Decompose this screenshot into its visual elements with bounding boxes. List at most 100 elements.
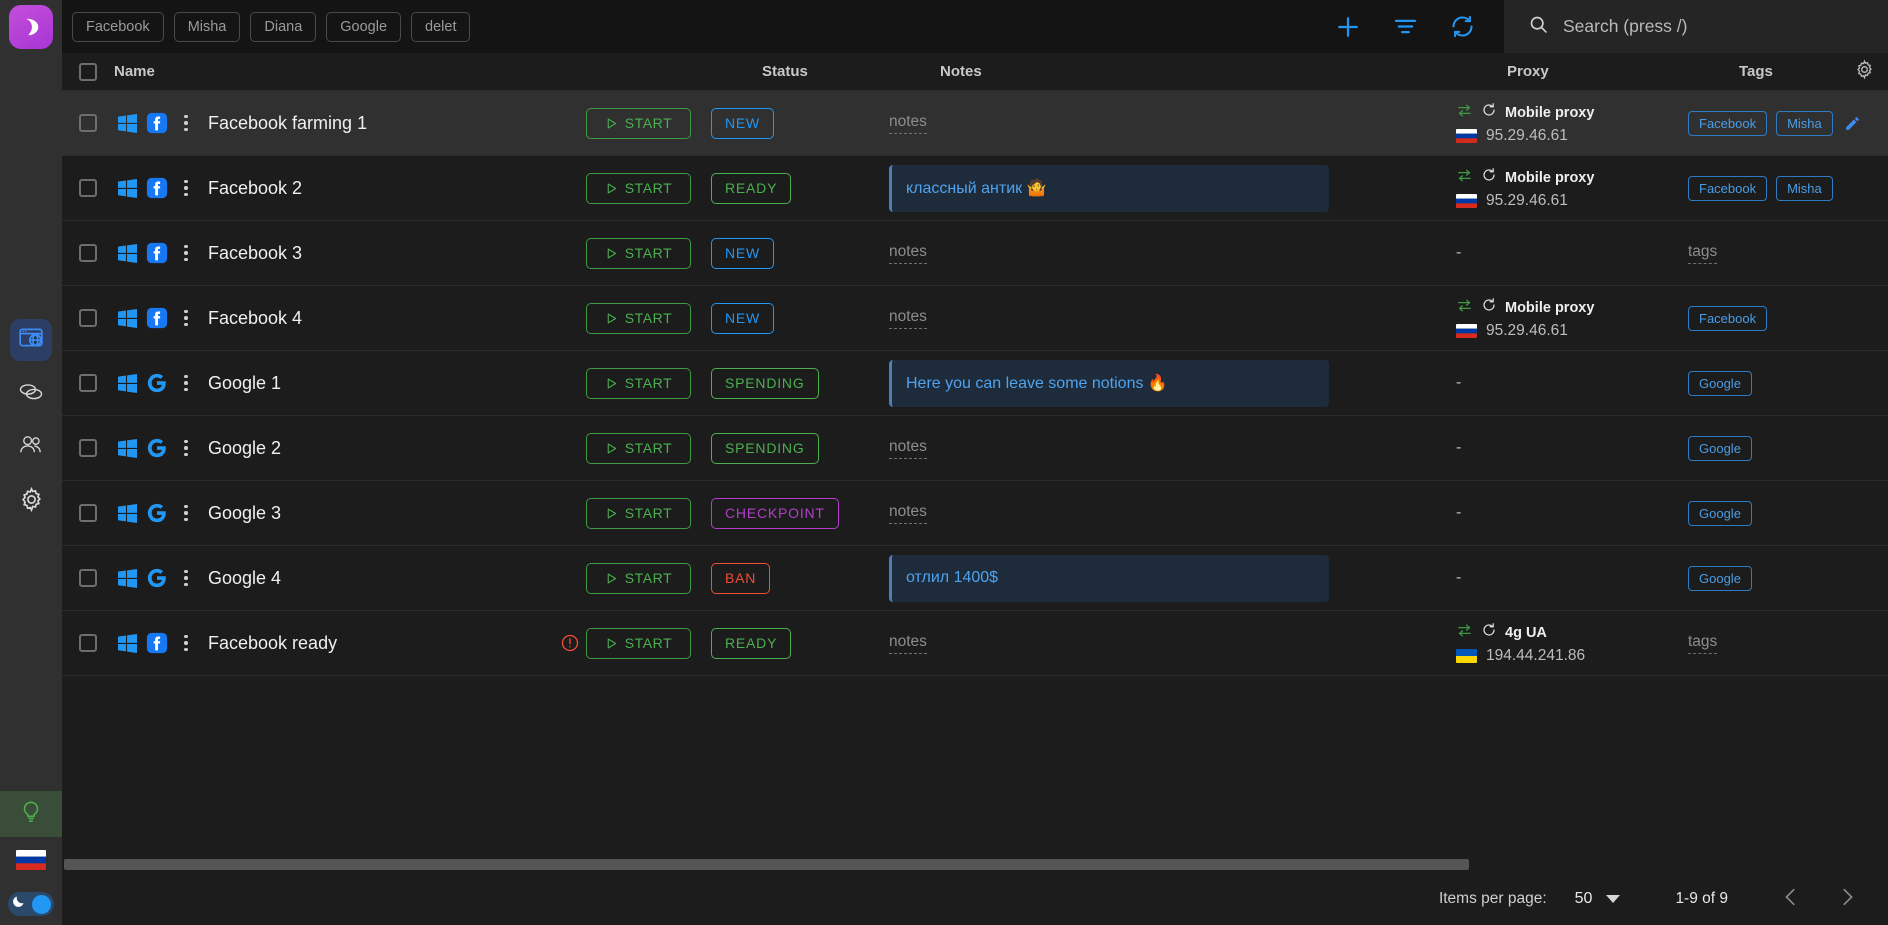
notes-placeholder[interactable]: notes [889, 113, 927, 134]
profile-name[interactable]: Facebook farming 1 [208, 113, 367, 134]
status-badge[interactable]: NEW [711, 303, 774, 334]
row-select-cell[interactable] [62, 504, 114, 522]
row-checkbox[interactable] [79, 569, 97, 587]
table-row[interactable]: Google 3STARTCHECKPOINTnotes-Google [62, 481, 1888, 546]
profile-name[interactable]: Facebook 2 [208, 178, 302, 199]
column-header-status[interactable]: Status [762, 63, 940, 80]
profile-name-cell[interactable]: Facebook farming 1 [114, 112, 586, 134]
row-checkbox[interactable] [79, 504, 97, 522]
row-select-cell[interactable] [62, 309, 114, 327]
row-checkbox[interactable] [79, 309, 97, 327]
profile-name[interactable]: Facebook 3 [208, 243, 302, 264]
column-header-tags[interactable]: Tags [1739, 63, 1840, 80]
row-menu-button[interactable] [174, 635, 198, 652]
notes-placeholder[interactable]: notes [889, 633, 927, 654]
filter-chip-facebook[interactable]: Facebook [72, 12, 164, 42]
note-box[interactable]: отлил 1400$ [889, 555, 1329, 602]
proxy-cell[interactable]: Mobile proxy95.29.46.61 [1456, 102, 1688, 145]
notes-placeholder[interactable]: notes [889, 503, 927, 524]
sidebar-item-language[interactable] [16, 837, 46, 883]
notes-cell[interactable]: отлил 1400$ [889, 555, 1456, 602]
row-select-cell[interactable] [62, 374, 114, 392]
tag-chip[interactable]: Google [1688, 371, 1752, 396]
row-menu-button[interactable] [174, 505, 198, 522]
filter-chip-delet[interactable]: delet [411, 12, 470, 42]
sidebar-item-browser-profiles[interactable] [10, 319, 52, 361]
start-button[interactable]: START [586, 303, 691, 334]
scrollbar-thumb[interactable] [64, 859, 1469, 870]
row-select-cell[interactable] [62, 439, 114, 457]
proxy-cell[interactable]: Mobile proxy95.29.46.61 [1456, 167, 1688, 210]
select-all-cell[interactable] [62, 63, 114, 81]
row-checkbox[interactable] [79, 179, 97, 197]
start-button[interactable]: START [586, 108, 691, 139]
horizontal-scrollbar[interactable] [62, 855, 1888, 873]
table-row[interactable]: Google 4STARTBANотлил 1400$-Google [62, 546, 1888, 611]
row-select-cell[interactable] [62, 179, 114, 197]
start-button[interactable]: START [586, 173, 691, 204]
proxy-cell[interactable]: - [1456, 244, 1688, 262]
tags-placeholder[interactable]: tags [1688, 633, 1717, 654]
column-header-proxy[interactable]: Proxy [1507, 63, 1739, 80]
status-badge[interactable]: SPENDING [711, 433, 819, 464]
profile-name[interactable]: Google 1 [208, 373, 281, 394]
proxy-cell[interactable]: - [1456, 374, 1688, 392]
table-row[interactable]: Facebook 3STARTNEWnotes-tags [62, 221, 1888, 286]
add-profile-button[interactable] [1334, 13, 1362, 41]
column-header-notes[interactable]: Notes [940, 63, 1507, 80]
proxy-cell[interactable]: Mobile proxy95.29.46.61 [1456, 297, 1688, 340]
column-header-name[interactable]: Name [114, 63, 762, 80]
row-checkbox[interactable] [79, 374, 97, 392]
profile-name-cell[interactable]: Facebook ready [114, 632, 586, 654]
row-menu-button[interactable] [174, 570, 198, 587]
tags-cell[interactable]: FacebookMisha [1688, 176, 1888, 201]
profile-name-cell[interactable]: Facebook 3 [114, 242, 586, 264]
notes-cell[interactable]: notes [889, 113, 1456, 134]
proxy-cell[interactable]: - [1456, 569, 1688, 587]
tags-cell[interactable]: Google [1688, 436, 1888, 461]
status-badge[interactable]: NEW [711, 108, 774, 139]
search-input[interactable]: Search (press /) [1563, 16, 1687, 37]
tags-cell[interactable]: Google [1688, 371, 1888, 396]
row-menu-button[interactable] [174, 180, 198, 197]
select-all-checkbox[interactable] [79, 63, 97, 81]
status-badge[interactable]: READY [711, 173, 791, 204]
row-menu-button[interactable] [174, 440, 198, 457]
row-menu-button[interactable] [174, 115, 198, 132]
row-menu-button[interactable] [174, 245, 198, 262]
tag-chip[interactable]: Misha [1776, 111, 1833, 136]
tag-chip[interactable]: Facebook [1688, 176, 1767, 201]
sidebar-item-settings[interactable] [10, 481, 52, 523]
row-menu-button[interactable] [174, 310, 198, 327]
note-box[interactable]: классный антик 🤷 [889, 165, 1329, 212]
proxy-swap-icon[interactable] [1456, 167, 1473, 189]
warning-icon[interactable] [560, 633, 580, 653]
items-per-page-select[interactable]: 50 [1575, 890, 1621, 908]
next-page-button[interactable] [1836, 886, 1858, 913]
filter-button[interactable] [1392, 13, 1419, 40]
theme-toggle[interactable] [8, 892, 54, 916]
profile-name-cell[interactable]: Facebook 2 [114, 177, 586, 199]
prev-page-button[interactable] [1780, 886, 1802, 913]
tags-cell[interactable]: Google [1688, 501, 1888, 526]
proxy-cell[interactable]: - [1456, 504, 1688, 522]
profile-name-cell[interactable]: Google 1 [114, 372, 586, 394]
notes-cell[interactable]: notes [889, 438, 1456, 459]
profile-name[interactable]: Google 4 [208, 568, 281, 589]
profile-name-cell[interactable]: Google 4 [114, 567, 586, 589]
profile-name[interactable]: Google 2 [208, 438, 281, 459]
proxy-swap-icon[interactable] [1456, 102, 1473, 124]
table-row[interactable]: Google 1STARTSPENDINGHere you can leave … [62, 351, 1888, 416]
tags-cell[interactable]: Google [1688, 566, 1888, 591]
profile-name[interactable]: Facebook ready [208, 633, 337, 654]
status-badge[interactable]: NEW [711, 238, 774, 269]
filter-chip-misha[interactable]: Misha [174, 12, 241, 42]
start-button[interactable]: START [586, 238, 691, 269]
row-select-cell[interactable] [62, 244, 114, 262]
table-row[interactable]: Facebook farming 1 START NEW notes Mobile pr… [62, 91, 1888, 156]
table-row[interactable]: Facebook 4STARTNEWnotesMobile proxy95.29… [62, 286, 1888, 351]
row-checkbox[interactable] [79, 634, 97, 652]
table-row[interactable]: Facebook 2 START READY классный антик 🤷 Mobi… [62, 156, 1888, 221]
sidebar-item-proxies[interactable] [10, 373, 52, 415]
tag-chip[interactable]: Google [1688, 436, 1752, 461]
